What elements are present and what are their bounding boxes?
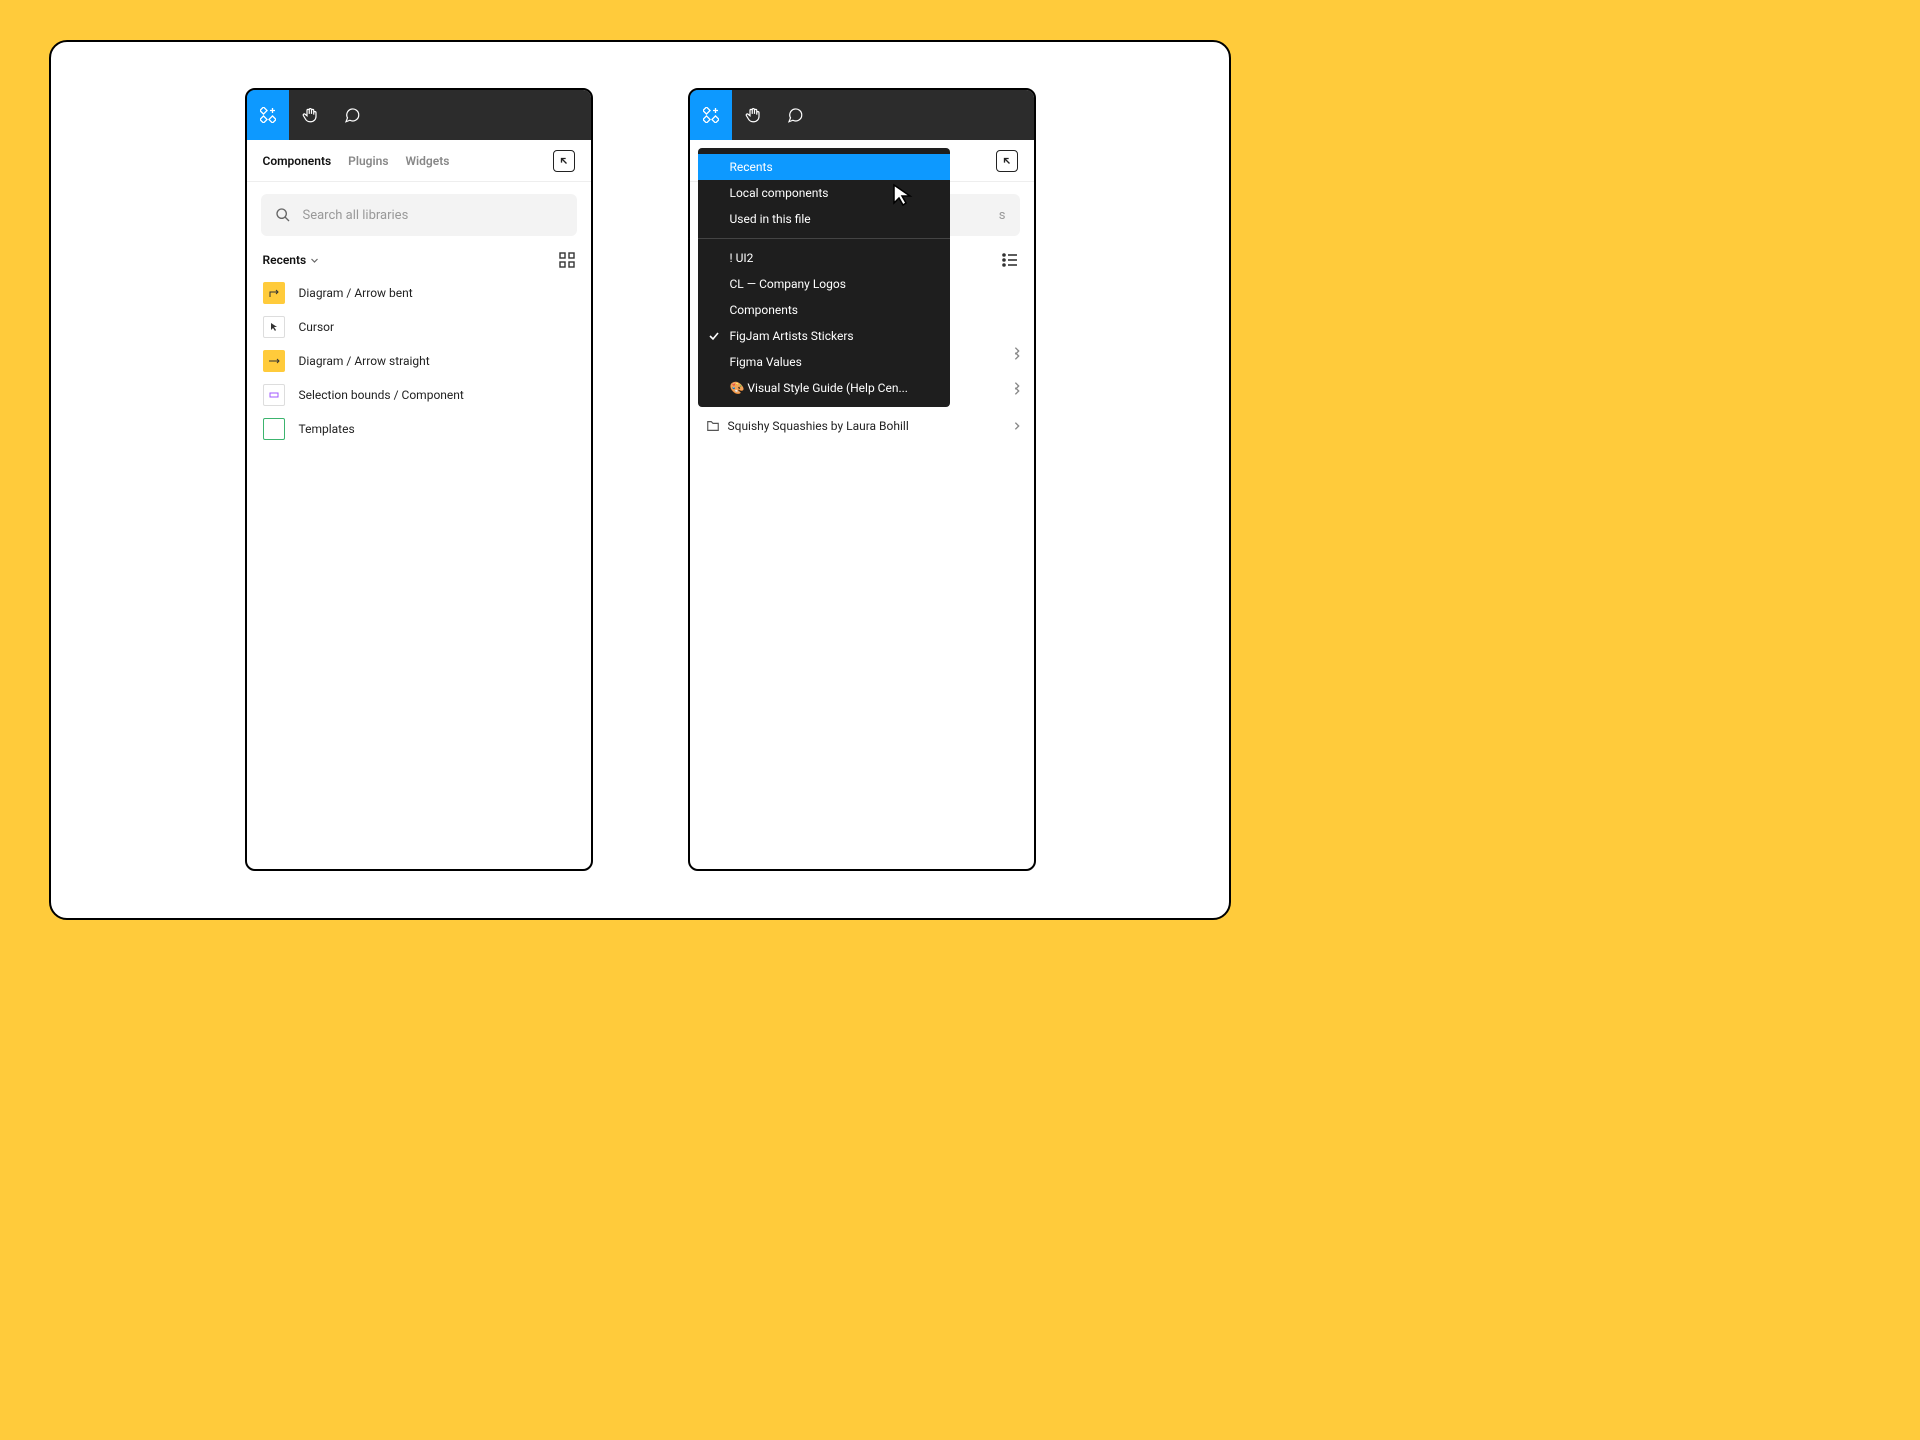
thumbnail-cursor <box>263 316 285 338</box>
dropdown-label: Figma Values <box>730 355 802 369</box>
tab-widgets[interactable]: Widgets <box>406 154 450 168</box>
toolbar <box>247 90 591 140</box>
search-icon <box>275 207 291 223</box>
recent-item-label: Diagram / Arrow bent <box>299 286 413 300</box>
popout-button[interactable] <box>996 150 1018 172</box>
thumbnail-selection-bounds <box>263 384 285 406</box>
chevron-right-icon <box>1012 421 1022 431</box>
recent-item-label: Cursor <box>299 320 335 334</box>
resources-icon <box>260 107 276 123</box>
chevron-right-icon <box>1012 381 1022 391</box>
dropdown-item-figma-values[interactable]: Figma Values <box>698 349 950 375</box>
comment-tool-button[interactable] <box>331 90 373 140</box>
thumbnail-templates <box>263 418 285 440</box>
tab-plugins[interactable]: Plugins <box>348 154 388 168</box>
search-box[interactable] <box>261 194 577 236</box>
arrow-up-left-icon <box>1002 156 1012 166</box>
check-icon <box>708 330 720 342</box>
recent-item[interactable]: Selection bounds / Component <box>263 378 581 412</box>
arrow-up-left-icon <box>559 156 569 166</box>
dropdown-label: CL — Company Logos <box>730 277 846 291</box>
panel-libraries: s Give Me a Hand! by Olenka Maralecka Gn… <box>688 88 1036 871</box>
dropdown-item-cl[interactable]: CL — Company Logos <box>698 271 950 297</box>
dropdown-label: Used in this file <box>730 212 811 226</box>
file-item-arrow-only[interactable] <box>1012 346 1022 356</box>
dropdown-label: Local components <box>730 186 829 200</box>
dropdown-label: 🎨 Visual Style Guide (Help Cen... <box>730 381 908 395</box>
dropdown-divider <box>698 238 950 239</box>
dropdown-label: ! UI2 <box>730 251 754 265</box>
resources-icon <box>703 107 719 123</box>
dropdown-label: Components <box>730 303 799 317</box>
dropdown-label: FigJam Artists Stickers <box>730 329 854 343</box>
chevron-down-icon <box>310 256 319 265</box>
thumbnail-arrow-straight <box>263 350 285 372</box>
recent-item[interactable]: Diagram / Arrow straight <box>263 344 581 378</box>
file-item-arrow-only[interactable] <box>1012 381 1022 391</box>
section-title-label: Recents <box>263 253 307 267</box>
dropdown-item-recents[interactable]: Recents <box>698 154 950 180</box>
recent-item[interactable]: Diagram / Arrow bent <box>263 276 581 310</box>
search-partial-text: s <box>999 208 1006 223</box>
file-item[interactable]: Squishy Squashies by Laura Bohill <box>706 408 1022 443</box>
list-view-icon[interactable] <box>1002 252 1018 268</box>
search-wrap <box>247 182 591 242</box>
hand-icon <box>301 106 319 124</box>
hand-tool-button[interactable] <box>732 90 774 140</box>
outer-frame: Components Plugins Widgets Recents <box>49 40 1231 920</box>
file-item-label: Squishy Squashies by Laura Bohill <box>728 419 909 433</box>
add-resource-button[interactable] <box>690 90 732 140</box>
recents-list: Diagram / Arrow bent Cursor Diagram / Ar… <box>247 274 591 446</box>
hand-icon <box>744 106 762 124</box>
chevron-right-icon <box>1012 346 1022 356</box>
dropdown-item-visual-style[interactable]: 🎨 Visual Style Guide (Help Cen... <box>698 375 950 401</box>
dropdown-item-components[interactable]: Components <box>698 297 950 323</box>
grid-view-icon[interactable] <box>559 252 575 268</box>
recent-item[interactable]: Cursor <box>263 310 581 344</box>
comment-tool-button[interactable] <box>774 90 816 140</box>
add-resource-button[interactable] <box>247 90 289 140</box>
hand-tool-button[interactable] <box>289 90 331 140</box>
comment-icon <box>343 106 361 124</box>
tab-components[interactable]: Components <box>263 154 332 168</box>
recent-item[interactable]: Templates <box>263 412 581 446</box>
section-header: Recents <box>247 242 591 274</box>
toolbar <box>690 90 1034 140</box>
panel-components: Components Plugins Widgets Recents <box>245 88 593 871</box>
recent-item-label: Selection bounds / Component <box>299 388 464 402</box>
tabs-row: Components Plugins Widgets <box>247 140 591 182</box>
folder-icon <box>706 419 720 433</box>
recent-item-label: Templates <box>299 422 355 436</box>
recents-dropdown-trigger[interactable]: Recents <box>263 253 320 267</box>
cursor-pointer-icon <box>892 183 914 207</box>
dropdown-item-used[interactable]: Used in this file <box>698 206 950 232</box>
dropdown-item-ui2[interactable]: ! UI2 <box>698 245 950 271</box>
dropdown-label: Recents <box>730 160 773 174</box>
comment-icon <box>786 106 804 124</box>
recent-item-label: Diagram / Arrow straight <box>299 354 430 368</box>
popout-button[interactable] <box>553 150 575 172</box>
dropdown-item-figjam[interactable]: FigJam Artists Stickers <box>698 323 950 349</box>
thumbnail-arrow-bent <box>263 282 285 304</box>
search-input[interactable] <box>303 208 563 223</box>
